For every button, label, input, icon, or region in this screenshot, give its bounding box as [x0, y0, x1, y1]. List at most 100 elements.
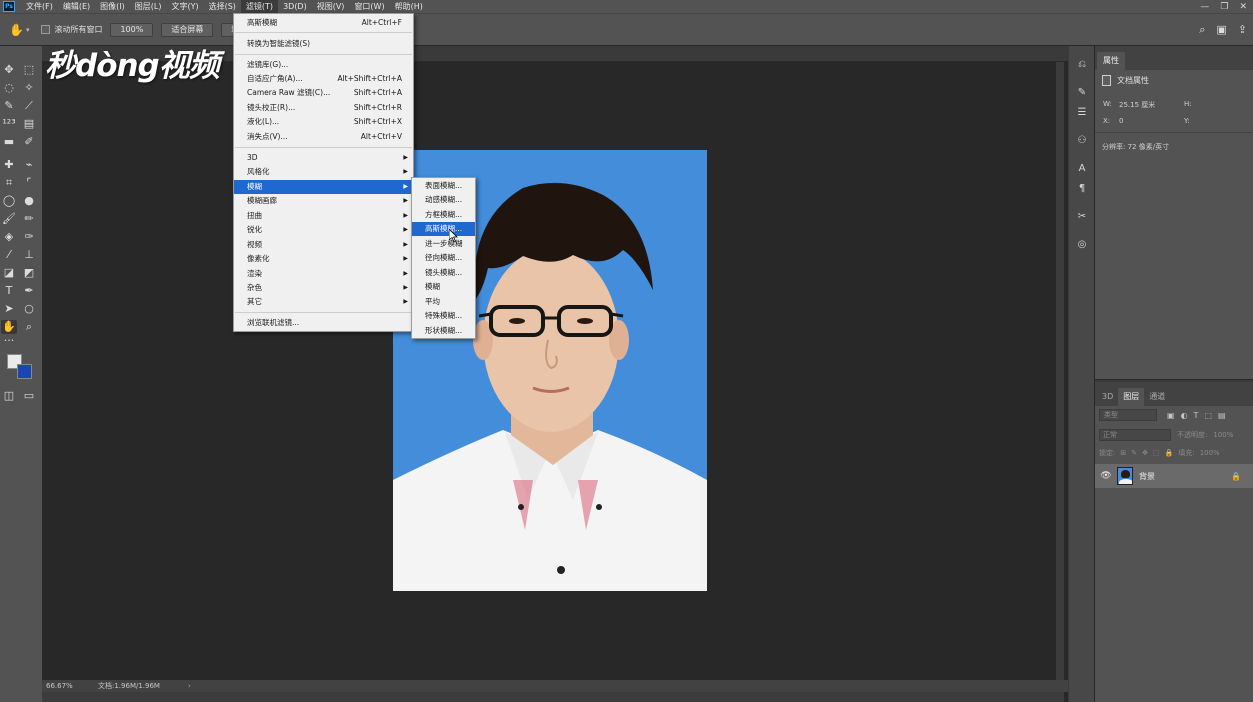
share-icon[interactable]: ⇪	[1238, 23, 1247, 37]
gradient-icon[interactable]: ◩	[21, 266, 37, 280]
blur-submenu-item[interactable]: 径向模糊...	[412, 251, 475, 265]
opacity-value[interactable]: 100%	[1213, 431, 1233, 439]
filter-menu-item[interactable]: 滤镜库(G)...	[234, 58, 413, 72]
blur-submenu-item[interactable]: 表面模糊...	[412, 179, 475, 193]
more-tools-icon[interactable]: ···	[1, 334, 17, 348]
quick-select-icon[interactable]: ◯	[1, 194, 17, 208]
filter-menu-item[interactable]: 视频 ▶	[234, 238, 413, 252]
filter-menu-item[interactable]: 高斯模糊 Alt+Ctrl+F	[234, 16, 413, 30]
color-replace-icon[interactable]: ✑	[21, 230, 37, 244]
zoom-tool-icon[interactable]: ⌕	[21, 320, 37, 334]
brush-alt-icon[interactable]: ⁄	[1, 248, 17, 262]
type-filter-icon[interactable]: T	[1194, 411, 1199, 420]
menu-3d[interactable]: 3D(D)	[278, 0, 312, 13]
blur-submenu-item[interactable]: 动感模糊...	[412, 193, 475, 207]
tools-preset-icon[interactable]: ✂	[1075, 210, 1089, 224]
blur-submenu-item[interactable]: 平均	[412, 295, 475, 309]
zoom-level[interactable]: 66.67%	[46, 682, 98, 690]
filter-menu-item[interactable]: 像素化 ▶	[234, 252, 413, 266]
fill-value[interactable]: 100%	[1200, 449, 1220, 457]
filter-menu-item-blur[interactable]: 模糊 ▶	[234, 180, 413, 194]
screen-mode-icon[interactable]: ▭	[21, 389, 37, 403]
menu-filter[interactable]: 滤镜(T)	[240, 0, 279, 13]
search-icon[interactable]: ⌕	[1199, 23, 1205, 37]
filter-menu-item[interactable]: 其它 ▶	[234, 295, 413, 309]
magic-wand-icon[interactable]: ✧	[21, 81, 37, 95]
background-color-swatch[interactable]	[17, 364, 32, 379]
blur-submenu-item[interactable]: 镜头模糊...	[412, 266, 475, 280]
filter-menu-item[interactable]: 扭曲 ▶	[234, 209, 413, 223]
scroll-all-windows-checkbox[interactable]	[41, 25, 51, 34]
lock-artboard-icon[interactable]: ⬚	[1153, 449, 1160, 457]
menu-help[interactable]: 帮助(H)	[390, 0, 428, 13]
adjustments-icon[interactable]: ☰	[1075, 106, 1089, 120]
blur-submenu-item-gaussian[interactable]: 高斯模糊...	[412, 222, 475, 236]
close-icon[interactable]: ✕	[1239, 2, 1247, 12]
width-value[interactable]: 25.15 厘米	[1119, 100, 1155, 110]
filter-menu-item[interactable]: Camera Raw 滤镜(C)... Shift+Ctrl+A	[234, 86, 413, 100]
layer-kind-filter[interactable]: 类型	[1099, 409, 1157, 421]
text-tool-icon[interactable]: T	[1, 284, 17, 298]
menu-select[interactable]: 选择(S)	[204, 0, 241, 13]
tab-channels[interactable]: 通道	[1144, 388, 1170, 406]
hand-tool-selected-icon[interactable]: ✋	[1, 320, 17, 334]
filter-menu-item[interactable]: 渲染 ▶	[234, 267, 413, 281]
minimize-icon[interactable]: —	[1200, 2, 1209, 12]
layer-name[interactable]: 背景	[1139, 471, 1155, 482]
count-tool-icon[interactable]: ¹²³	[1, 117, 17, 131]
workspace-icon[interactable]: ▣	[1216, 23, 1226, 37]
layer-lock-icon[interactable]: 🔒	[1231, 472, 1241, 481]
brush-tool-icon[interactable]: 🖌	[1, 212, 17, 226]
menu-file[interactable]: 文件(F)	[21, 0, 58, 13]
lock-paint-icon[interactable]: ✎	[1131, 449, 1137, 457]
character-icon[interactable]: A	[1075, 162, 1089, 176]
lock-move-icon[interactable]: ✥	[1142, 449, 1148, 457]
history-icon[interactable]: ⎌	[1075, 58, 1089, 72]
menu-window[interactable]: 窗口(W)	[349, 0, 389, 13]
quick-mask-icon[interactable]: ◫	[1, 389, 17, 403]
lasso-tool-icon[interactable]: ◌	[1, 81, 17, 95]
chevron-down-icon[interactable]: ▾	[26, 26, 30, 34]
blur-submenu-item[interactable]: 模糊	[412, 280, 475, 294]
lock-all-icon[interactable]: 🔒	[1165, 449, 1174, 457]
eraser-icon[interactable]: ◪	[1, 266, 17, 280]
lock-transparent-icon[interactable]: ⊞	[1120, 449, 1126, 457]
ruler-icon[interactable]: ⟋	[21, 99, 37, 113]
path-select-icon[interactable]: ➤	[1, 302, 17, 316]
vertical-scrollbar[interactable]	[1056, 62, 1064, 680]
color-sampler-icon[interactable]: ✐	[21, 135, 37, 149]
blur-submenu-item[interactable]: 形状模糊...	[412, 324, 475, 338]
filter-menu-item[interactable]: 模糊画廊 ▶	[234, 194, 413, 208]
hand-tool-icon[interactable]: ✋	[9, 23, 24, 37]
filter-menu-item[interactable]: 浏览联机滤镜...	[234, 316, 413, 330]
menu-view[interactable]: 视图(V)	[312, 0, 350, 13]
healing-brush-icon[interactable]: ✚	[1, 158, 17, 172]
filter-menu-item[interactable]: 3D ▶	[234, 151, 413, 165]
filter-menu-item[interactable]: 杂色 ▶	[234, 281, 413, 295]
menu-edit[interactable]: 编辑(E)	[58, 0, 95, 13]
adjustment-filter-icon[interactable]: ◐	[1181, 411, 1188, 420]
crop-tool-icon[interactable]: ⌜	[21, 176, 37, 190]
status-menu-arrow[interactable]: ›	[188, 682, 191, 690]
filter-menu-item[interactable]: 消失点(V)... Alt+Ctrl+V	[234, 130, 413, 144]
smart-filter-icon[interactable]: ▤	[1218, 411, 1226, 420]
tab-properties[interactable]: 属性	[1097, 52, 1125, 70]
brush-settings-icon[interactable]: ✎	[1075, 86, 1089, 100]
tab-layers[interactable]: 图层	[1118, 388, 1145, 406]
filter-menu-item[interactable]: 锐化 ▶	[234, 223, 413, 237]
menu-image[interactable]: 图像(I)	[95, 0, 130, 13]
paragraph-icon[interactable]: ¶	[1075, 182, 1089, 196]
blur-submenu-item[interactable]: 方框模糊...	[412, 208, 475, 222]
layer-row[interactable]: 👁 背景 🔒	[1095, 464, 1253, 488]
object-select-icon[interactable]: ●	[21, 194, 37, 208]
note-tool-icon[interactable]: ▤	[21, 117, 37, 131]
blur-submenu-item[interactable]: 特殊模糊...	[412, 309, 475, 323]
ruler-bar-icon[interactable]: ▬	[1, 135, 17, 149]
zoom-100-button[interactable]: 100%	[110, 22, 154, 37]
move-tool-icon[interactable]: ✥	[1, 63, 17, 77]
visibility-eye-icon[interactable]: 👁	[1099, 471, 1113, 481]
3d-icon[interactable]: ◎	[1075, 238, 1089, 252]
slice-tool-icon[interactable]: ⌗	[1, 176, 17, 190]
pen-tool-icon[interactable]: ✒	[21, 284, 37, 298]
filter-menu-item[interactable]: 液化(L)... Shift+Ctrl+X	[234, 115, 413, 129]
